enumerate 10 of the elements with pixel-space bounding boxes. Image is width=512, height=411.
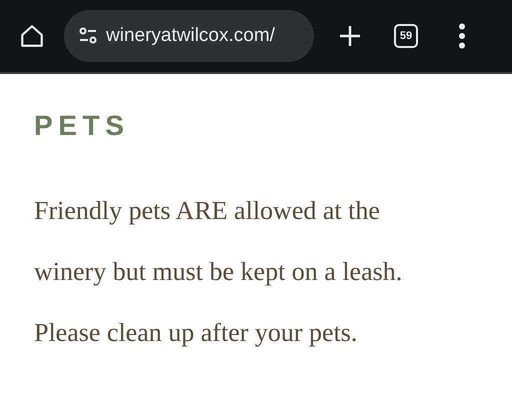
address-bar[interactable]: wineryatwilcox.com/	[64, 10, 314, 62]
url-text: wineryatwilcox.com/	[106, 24, 275, 48]
tab-count-button[interactable]: 59	[394, 24, 418, 48]
paragraph: Please clean up after your pets.	[34, 317, 358, 349]
tune-icon[interactable]	[78, 26, 98, 46]
section-heading: PETS	[34, 112, 131, 140]
plus-icon[interactable]	[338, 24, 362, 48]
paragraph: Friendly pets ARE allowed at the winery but must be kept on a leash.	[34, 195, 404, 288]
menu-icon[interactable]	[458, 23, 466, 49]
home-icon[interactable]	[19, 23, 45, 49]
